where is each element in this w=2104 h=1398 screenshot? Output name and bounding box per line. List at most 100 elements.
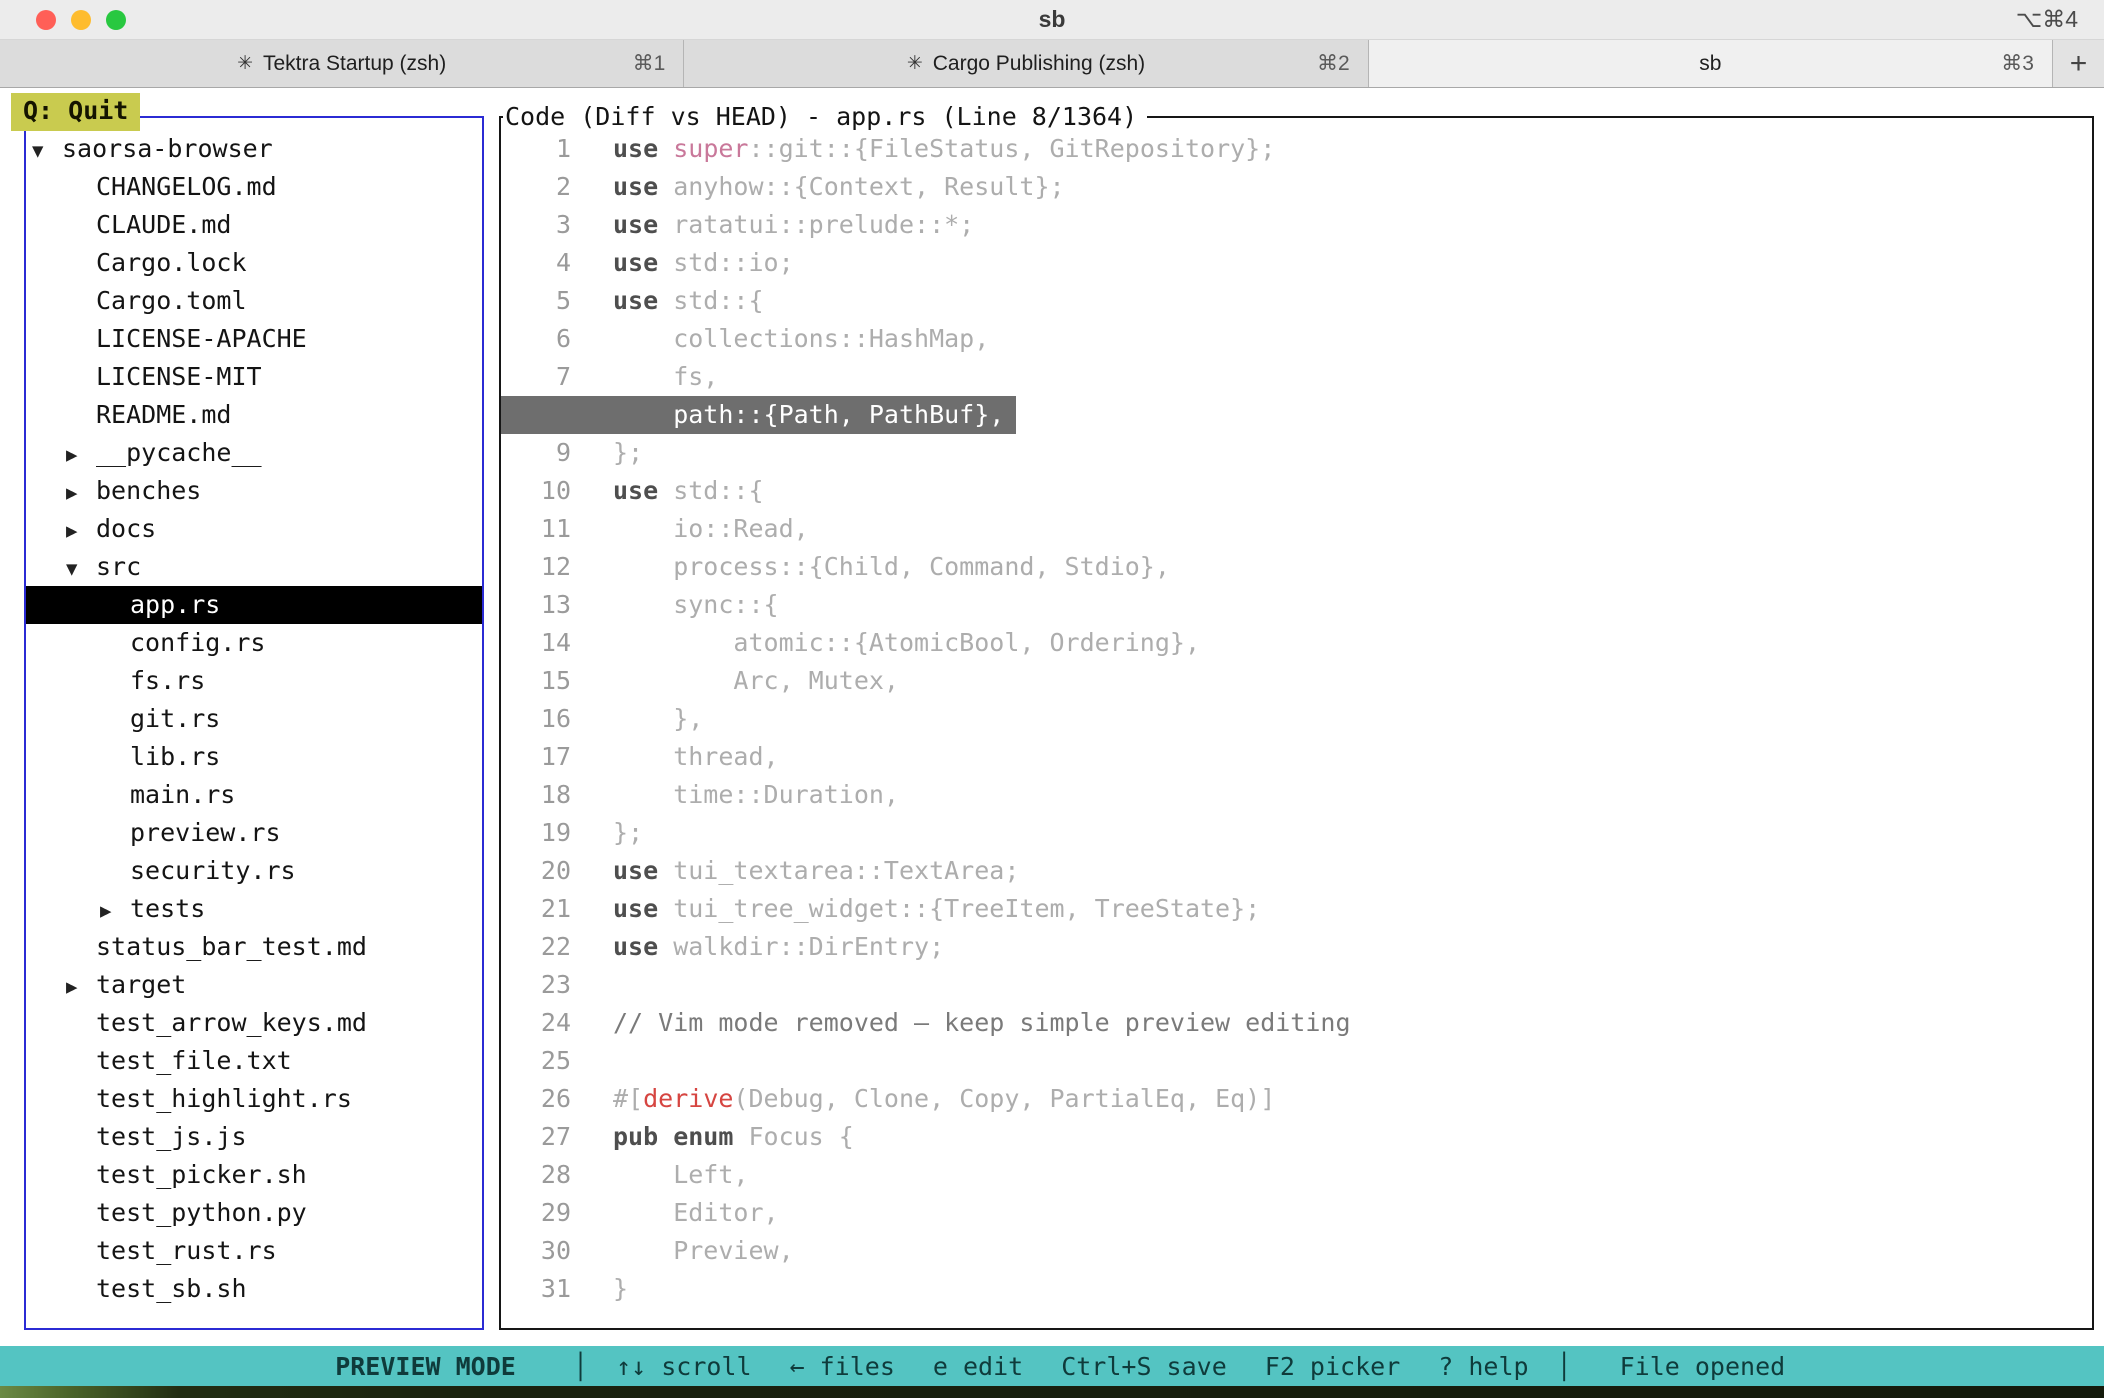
tree-item-main.rs[interactable]: main.rs bbox=[26, 776, 482, 814]
tree-item-security.rs[interactable]: security.rs bbox=[26, 852, 482, 890]
line-number: 6 bbox=[501, 320, 571, 358]
tree-item-CHANGELOG.md[interactable]: CHANGELOG.md bbox=[26, 168, 482, 206]
code-line[interactable]: 31} bbox=[501, 1270, 2092, 1308]
code-text: }; bbox=[613, 434, 643, 472]
tree-item-benches[interactable]: ▶benches bbox=[26, 472, 482, 510]
tree-item-status_bar_test.md[interactable]: status_bar_test.md bbox=[26, 928, 482, 966]
tree-item-test_file.txt[interactable]: test_file.txt bbox=[26, 1042, 482, 1080]
code-line[interactable]: 28 Left, bbox=[501, 1156, 2092, 1194]
tree-item-label: test_python.py bbox=[96, 1198, 307, 1227]
tree-item-label: app.rs bbox=[130, 590, 220, 619]
tab-sb[interactable]: sb ⌘3 bbox=[1369, 40, 2053, 87]
code-line[interactable]: 21 use tui_tree_widget::{TreeItem, TreeSt… bbox=[501, 890, 2092, 928]
tree-item-test_python.py[interactable]: test_python.py bbox=[26, 1194, 482, 1232]
code-text: atomic::{AtomicBool, Ordering}, bbox=[613, 624, 1200, 662]
tree-item-git.rs[interactable]: git.rs bbox=[26, 700, 482, 738]
status-separator: │ bbox=[573, 1352, 588, 1381]
code-line[interactable]: 23 bbox=[501, 966, 2092, 1004]
code-line[interactable]: 9}; bbox=[501, 434, 2092, 472]
code-line[interactable]: 11 io::Read, bbox=[501, 510, 2092, 548]
code-line[interactable]: 2use anyhow::{Context, Result}; bbox=[501, 168, 2092, 206]
code-line[interactable]: 30 Preview, bbox=[501, 1232, 2092, 1270]
tree-item-CLAUDE.md[interactable]: CLAUDE.md bbox=[26, 206, 482, 244]
code-line[interactable]: 22use walkdir::DirEntry; bbox=[501, 928, 2092, 966]
tab-bar: ✳ Tektra Startup (zsh) ⌘1 ✳ Cargo Publis… bbox=[0, 40, 2104, 88]
line-number: 26 bbox=[501, 1080, 571, 1118]
line-number: 10 bbox=[501, 472, 571, 510]
tree-item-LICENSE-APACHE[interactable]: LICENSE-APACHE bbox=[26, 320, 482, 358]
code-line[interactable]: 12 process::{Child, Command, Stdio}, bbox=[501, 548, 2092, 586]
tree-item-Cargo.toml[interactable]: Cargo.toml bbox=[26, 282, 482, 320]
line-number: 30 bbox=[501, 1232, 571, 1270]
line-number: 2 bbox=[501, 168, 571, 206]
code-line[interactable]: 18 time::Duration, bbox=[501, 776, 2092, 814]
minimize-window-icon[interactable] bbox=[71, 10, 91, 30]
code-line[interactable]: 20use tui_textarea::TextArea; bbox=[501, 852, 2092, 890]
code-line[interactable]: 26 #[derive(Debug, Clone, Copy, PartialEq… bbox=[501, 1080, 2092, 1118]
quit-button[interactable]: Q: Quit bbox=[11, 93, 140, 131]
code-line[interactable]: 5use std::{ bbox=[501, 282, 2092, 320]
zoom-window-icon[interactable] bbox=[106, 10, 126, 30]
code-line[interactable]: 24// Vim mode removed — keep simple prev… bbox=[501, 1004, 2092, 1042]
tree-item-lib.rs[interactable]: lib.rs bbox=[26, 738, 482, 776]
new-tab-button[interactable]: + bbox=[2053, 40, 2104, 87]
close-window-icon[interactable] bbox=[36, 10, 56, 30]
tree-item-src[interactable]: ▼src bbox=[26, 548, 482, 586]
code-text: }, bbox=[613, 700, 703, 738]
line-number: 21 bbox=[501, 890, 571, 928]
tree-item-label: README.md bbox=[96, 400, 231, 429]
tree-item-__pycache__[interactable]: ▶__pycache__ bbox=[26, 434, 482, 472]
tree-item-test_js.js[interactable]: test_js.js bbox=[26, 1118, 482, 1156]
tree-item-test_highlight.rs[interactable]: test_highlight.rs bbox=[26, 1080, 482, 1118]
tree-item-test_arrow_keys.md[interactable]: test_arrow_keys.md bbox=[26, 1004, 482, 1042]
code-line-highlighted[interactable]: path::{Path, PathBuf}, bbox=[501, 396, 1016, 434]
tree-item-LICENSE-MIT[interactable]: LICENSE-MIT bbox=[26, 358, 482, 396]
tui-main-area: Q: Quit ▼saorsa-browserCHANGELOG.mdCLAUD… bbox=[0, 88, 2104, 1346]
tree-item-target[interactable]: ▶target bbox=[26, 966, 482, 1004]
code-line[interactable]: 6 collections::HashMap, bbox=[501, 320, 2092, 358]
tree-item-test_sb.sh[interactable]: test_sb.sh bbox=[26, 1270, 482, 1308]
tree-item-saorsa-browser[interactable]: ▼saorsa-browser bbox=[26, 130, 482, 168]
code-line[interactable]: 17 thread, bbox=[501, 738, 2092, 776]
code-line[interactable]: 29 Editor, bbox=[501, 1194, 2092, 1232]
status-hint: e edit bbox=[933, 1352, 1023, 1381]
tree-item-app.rs[interactable]: app.rs bbox=[26, 586, 482, 624]
code-line[interactable]: 14 atomic::{AtomicBool, Ordering}, bbox=[501, 624, 2092, 662]
code-line[interactable]: 3use ratatui::prelude::*; bbox=[501, 206, 2092, 244]
tree-item-preview.rs[interactable]: preview.rs bbox=[26, 814, 482, 852]
tree-item-README.md[interactable]: README.md bbox=[26, 396, 482, 434]
tree-item-tests[interactable]: ▶tests bbox=[26, 890, 482, 928]
tree-item-test_rust.rs[interactable]: test_rust.rs bbox=[26, 1232, 482, 1270]
tree-item-label: LICENSE-APACHE bbox=[96, 324, 307, 353]
status-mode: PREVIEW MODE bbox=[0, 1352, 573, 1381]
code-text: pub enum Focus { bbox=[613, 1118, 854, 1156]
code-line[interactable]: 7 fs, bbox=[501, 358, 2092, 396]
code-line[interactable]: 27pub enum Focus { bbox=[501, 1118, 2092, 1156]
code-text: use std::{ bbox=[613, 282, 764, 320]
code-line[interactable]: 1use super::git::{FileStatus, GitReposit… bbox=[501, 130, 2092, 168]
code-line[interactable]: 13 sync::{ bbox=[501, 586, 2092, 624]
code-line[interactable]: 16 }, bbox=[501, 700, 2092, 738]
code-text: #[derive(Debug, Clone, Copy, PartialEq, … bbox=[613, 1080, 1275, 1118]
code-line[interactable]: 19}; bbox=[501, 814, 2092, 852]
tree-item-config.rs[interactable]: config.rs bbox=[26, 624, 482, 662]
code-line[interactable]: 25 bbox=[501, 1042, 2092, 1080]
code-text: thread, bbox=[613, 738, 779, 776]
line-number: 17 bbox=[501, 738, 571, 776]
status-hint: ← files bbox=[790, 1352, 895, 1381]
tree-item-label: test_highlight.rs bbox=[96, 1084, 352, 1113]
tree-item-Cargo.lock[interactable]: Cargo.lock bbox=[26, 244, 482, 282]
code-line[interactable]: 4use std::io; bbox=[501, 244, 2092, 282]
code-line[interactable]: 15 Arc, Mutex, bbox=[501, 662, 2092, 700]
tree-item-fs.rs[interactable]: fs.rs bbox=[26, 662, 482, 700]
line-number: 24 bbox=[501, 1004, 571, 1042]
code-text: use std::{ bbox=[613, 472, 764, 510]
tree-item-test_picker.sh[interactable]: test_picker.sh bbox=[26, 1156, 482, 1194]
code-text: use tui_tree_widget::{TreeItem, TreeStat… bbox=[613, 890, 1260, 928]
tree-item-docs[interactable]: ▶docs bbox=[26, 510, 482, 548]
code-line[interactable]: 10 use std::{ bbox=[501, 472, 2092, 510]
tab-cargo-publishing[interactable]: ✳ Cargo Publishing (zsh) ⌘2 bbox=[684, 40, 1368, 87]
chevron-collapsed-icon: ▶ bbox=[66, 512, 96, 550]
tab-tektra-startup[interactable]: ✳ Tektra Startup (zsh) ⌘1 bbox=[0, 40, 684, 87]
status-hints: ↑↓ scroll← filese editCtrl+S saveF2 pick… bbox=[588, 1352, 1557, 1381]
